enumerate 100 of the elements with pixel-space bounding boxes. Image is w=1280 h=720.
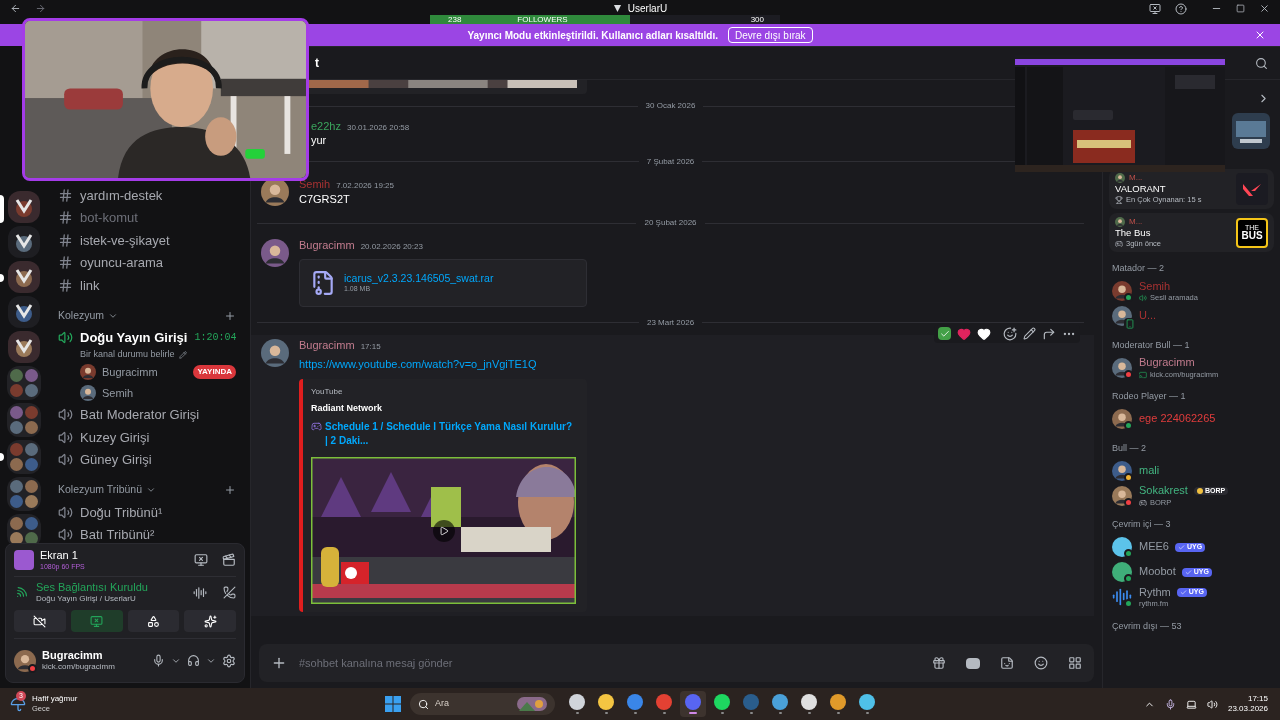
hash-icon (58, 187, 73, 203)
bot-avatar (1112, 537, 1132, 558)
add-attachment-icon[interactable] (271, 655, 287, 671)
member-name: ege 224062265 (1139, 412, 1216, 427)
channel-item[interactable]: istek-ve-şikayet (48, 229, 242, 252)
noise-suppression-icon[interactable] (193, 585, 207, 600)
check-icon (1177, 543, 1185, 551)
channel-item[interactable]: Doğu Yayın Girişi (80, 327, 188, 348)
rain-umbrella-icon (10, 696, 26, 712)
stream-title: Ekran 1 (40, 548, 79, 563)
back-icon[interactable] (10, 3, 21, 14)
member-name: Sokakrest (1139, 484, 1188, 498)
headphones-icon[interactable] (187, 654, 200, 667)
channel-item[interactable]: Doğu Tribünü¹ (48, 501, 242, 524)
clock-time[interactable]: 17:15 (1227, 694, 1268, 704)
chevron-down-icon[interactable] (146, 485, 157, 495)
close-icon[interactable] (1254, 29, 1266, 41)
date-divider: 7 Şubat 2026 (646, 155, 695, 168)
apps-icon[interactable] (1068, 656, 1082, 670)
channel-status[interactable]: Bir kanal durumu belirle (80, 348, 175, 362)
taskbar-search[interactable]: Ara (410, 693, 555, 715)
check-reaction-icon[interactable] (938, 327, 951, 341)
heart-reaction-icon[interactable] (977, 326, 991, 341)
message-author[interactable]: Bugracimm (299, 338, 355, 353)
start-icon[interactable] (385, 696, 401, 712)
archive-file-icon (310, 269, 336, 296)
message-author[interactable]: Bugracimm (299, 239, 355, 253)
help-icon[interactable] (1175, 2, 1187, 15)
gift-icon[interactable] (932, 656, 946, 670)
file-name[interactable]: icarus_v2.3.23.146505_swat.rar (344, 271, 494, 285)
settings-icon[interactable] (222, 653, 236, 668)
message-field[interactable]: #sohbet kanalına mesaj gönder (299, 654, 920, 672)
check-icon (1184, 568, 1192, 576)
screen-icon[interactable] (1149, 2, 1161, 15)
channel-item[interactable]: oyuncu-arama (48, 251, 242, 274)
maximize-icon[interactable] (1236, 4, 1245, 13)
bot-avatar (1112, 562, 1132, 583)
clock-date[interactable]: 23.03.2026 (1227, 704, 1268, 714)
stop-stream-icon[interactable] (194, 553, 208, 567)
disconnect-icon[interactable] (223, 586, 236, 599)
member-group-header: Rodeo Player — 1 (1111, 390, 1187, 404)
camera-off-button[interactable] (14, 610, 66, 632)
discord-taskbar-icon[interactable] (680, 691, 706, 717)
embed-author[interactable]: Radiant Network (311, 402, 577, 414)
voice-channel[interactable]: Doğu Yayın Girişi / UserlarU (36, 594, 185, 605)
activity-user: M... (1129, 173, 1143, 184)
check-icon (1179, 589, 1187, 597)
trophy-icon (1115, 195, 1123, 204)
close-icon[interactable] (1259, 3, 1270, 14)
channel-item[interactable]: Güney Girişi (48, 448, 242, 471)
channel-item[interactable]: link (48, 274, 242, 297)
sticker-icon[interactable] (1000, 656, 1014, 670)
speaker-icon (58, 504, 73, 520)
network-icon[interactable] (1185, 698, 1197, 710)
microphone-icon[interactable] (152, 654, 165, 667)
voice-user[interactable]: Bugracimm (102, 363, 188, 381)
channel-item[interactable]: Kuzey Girişi (48, 426, 242, 449)
voice-user[interactable]: Semih (102, 384, 236, 402)
clapperboard-icon[interactable] (222, 553, 236, 567)
member-group-header: Çevrim içi — 3 (1111, 518, 1172, 532)
disable-button[interactable]: Devre dışı bırak (728, 27, 813, 43)
message-author[interactable]: e22hz (311, 120, 341, 134)
message-link[interactable]: https://www.youtube.com/watch?v=o_jnVgiTE1Q (299, 357, 537, 370)
embed-title[interactable]: Schedule 1 / Schedule I Türkçe Yama Nasıl Kurulur? | 2 Daki... (325, 419, 577, 448)
message-input[interactable]: #sohbet kanalına mesaj gönder (259, 644, 1094, 682)
member-name: Semih (1139, 279, 1171, 294)
avatar (1115, 173, 1125, 184)
member-group-header: Matador — 2 (1111, 262, 1166, 276)
microphone-icon[interactable] (1164, 698, 1176, 710)
soundboard-button[interactable] (184, 610, 236, 632)
category-header[interactable]: Kolezyum (58, 307, 105, 324)
channel-item[interactable]: Batı Tribünü² (48, 523, 242, 543)
avatar (1112, 281, 1132, 302)
weather-title[interactable]: Hafif yağmur (32, 694, 78, 705)
category-header[interactable]: Kolezyum Tribünü (58, 482, 143, 498)
play-button[interactable] (433, 520, 455, 543)
banner-text: Yayıncı Modu etkinleştirildi. Kullanıcı adları kısaltıldı. (467, 28, 718, 43)
volume-icon[interactable] (1206, 698, 1218, 710)
channel-item[interactable]: yardım-destek (48, 184, 242, 207)
member-name: U... (1139, 309, 1157, 324)
search-icon (418, 698, 429, 710)
forward-icon[interactable] (1042, 326, 1056, 341)
emoji-icon[interactable] (1034, 656, 1048, 670)
search-icon[interactable] (1255, 56, 1268, 70)
member-item[interactable]: ege 224062265 (1109, 406, 1274, 432)
avatar (80, 364, 96, 380)
member-item[interactable]: mali (1109, 458, 1274, 484)
channel-item[interactable]: bot-komut (48, 206, 242, 229)
add-channel-icon[interactable] (224, 309, 236, 322)
add-channel-icon[interactable] (224, 484, 236, 496)
edit-icon[interactable] (1023, 327, 1036, 341)
user-status: kick.com/bugracimm (42, 662, 116, 673)
stream-icon (1139, 370, 1147, 379)
channel-item[interactable]: Batı Moderator Girişi (48, 403, 242, 426)
activity-button[interactable] (127, 610, 180, 632)
member-name: MEE6 (1139, 540, 1169, 555)
guild-badge-icon (1196, 488, 1203, 495)
add-reaction-icon[interactable] (1003, 326, 1017, 341)
search-field[interactable]: Ara (435, 697, 511, 711)
screen-share-button[interactable] (70, 610, 123, 632)
